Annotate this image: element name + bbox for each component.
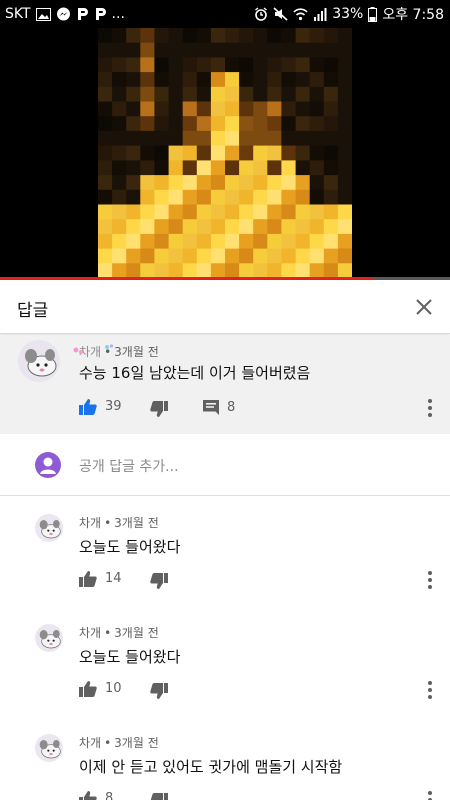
comment-text: 오늘도 들어왔다 (79, 648, 181, 666)
author-name[interactable]: 차개 (79, 626, 101, 640)
thumbs-down-icon (150, 683, 168, 699)
parent-comment: 차개 • 3개월 전 수능 16일 남았는데 이거 들어버렸음 39 8 (0, 335, 450, 434)
comment-meta: 차개 • 3개월 전 (79, 736, 159, 750)
signal-icon (313, 7, 327, 21)
author-name[interactable]: 차개 (79, 736, 101, 750)
more-options-button[interactable] (422, 678, 438, 702)
reply-count-button[interactable]: 8 (203, 400, 235, 415)
flower-decoration-icon (73, 347, 83, 354)
comment-time: 3개월 전 (114, 736, 159, 750)
more-vert-icon (428, 399, 432, 403)
reply-comment: 차개 • 3개월 전이제 안 듣고 있어도 귓가에 맴돌기 시작함 8 (0, 716, 450, 800)
video-thumbnail (98, 28, 352, 278)
comment-time: 3개월 전 (114, 626, 159, 640)
reply-comment: 차개 • 3개월 전오늘도 들어왔다 14 (0, 496, 450, 606)
comment-meta: 차개 • 3개월 전 (79, 516, 159, 530)
more-notifications: ... (111, 6, 125, 22)
like-count: 14 (105, 571, 122, 586)
dislike-button[interactable] (150, 793, 168, 800)
reply-input[interactable]: 공개 답글 추가... (79, 456, 179, 476)
avatar[interactable] (35, 624, 63, 652)
thumbs-up-icon (79, 681, 97, 697)
battery-percent: 33% (332, 6, 364, 22)
author-name[interactable]: 차개 (79, 516, 101, 530)
comment-text: 오늘도 들어왔다 (79, 538, 181, 556)
close-icon (416, 299, 432, 315)
more-vert-icon (428, 571, 432, 575)
comment-time: 3개월 전 (114, 345, 159, 359)
image-icon (35, 7, 51, 21)
more-options-button[interactable] (422, 396, 438, 420)
comment-text: 이제 안 듣고 있어도 귓가에 맴돌기 시작함 (79, 758, 343, 776)
messenger-icon (56, 7, 71, 22)
alarm-icon (254, 7, 268, 21)
sparkle-decoration-icon (105, 344, 114, 349)
reply-comment: 차개 • 3개월 전오늘도 들어왔다 10 (0, 606, 450, 716)
more-options-button[interactable] (422, 568, 438, 592)
like-button[interactable]: 8 (79, 790, 113, 800)
more-options-button[interactable] (422, 788, 438, 800)
dislike-button[interactable] (150, 401, 168, 418)
like-count: 8 (105, 791, 114, 800)
like-count: 10 (105, 681, 122, 696)
avatar[interactable] (35, 514, 63, 542)
more-vert-icon (428, 791, 432, 795)
carrier-label: SKT (5, 6, 31, 22)
add-reply-row[interactable]: 공개 답글 추가... (0, 434, 450, 496)
avatar[interactable] (18, 340, 60, 382)
comment-meta: 차개 • 3개월 전 (79, 626, 159, 640)
panel-title: 답글 (17, 301, 49, 321)
comment-text: 수능 16일 남았는데 이거 들어버렸음 (79, 364, 311, 382)
wifi-icon (293, 7, 308, 21)
avatar[interactable] (35, 734, 63, 762)
thumbs-down-icon (150, 573, 168, 589)
dislike-button[interactable] (150, 683, 168, 700)
close-button[interactable] (406, 289, 442, 325)
dislike-button[interactable] (150, 573, 168, 590)
thumbs-down-icon (150, 793, 168, 800)
comment-meta: 차개 • 3개월 전 (79, 345, 159, 359)
more-vert-icon (428, 681, 432, 685)
video-player[interactable] (0, 28, 450, 278)
p-icon (94, 7, 107, 21)
like-button[interactable]: 10 (79, 680, 122, 697)
like-button[interactable]: 39 (79, 398, 122, 415)
comment-time: 3개월 전 (114, 516, 159, 530)
thumbs-up-icon (79, 791, 97, 800)
thumbs-down-icon (150, 401, 168, 417)
p-icon (76, 7, 89, 21)
like-button[interactable]: 14 (79, 570, 122, 587)
thumbs-up-icon (79, 571, 97, 587)
comment-icon (203, 400, 219, 415)
clock: 오후 7:58 (382, 7, 444, 23)
user-avatar-icon (35, 452, 61, 478)
reply-count: 8 (227, 400, 236, 415)
status-bar: SKT ... 33% 오후 7:58 (0, 0, 450, 28)
battery-icon (368, 6, 378, 22)
replies-panel-header: 답글 (0, 280, 450, 334)
like-count: 39 (105, 399, 122, 414)
thumbs-up-icon (79, 399, 97, 415)
mute-icon (273, 7, 288, 21)
